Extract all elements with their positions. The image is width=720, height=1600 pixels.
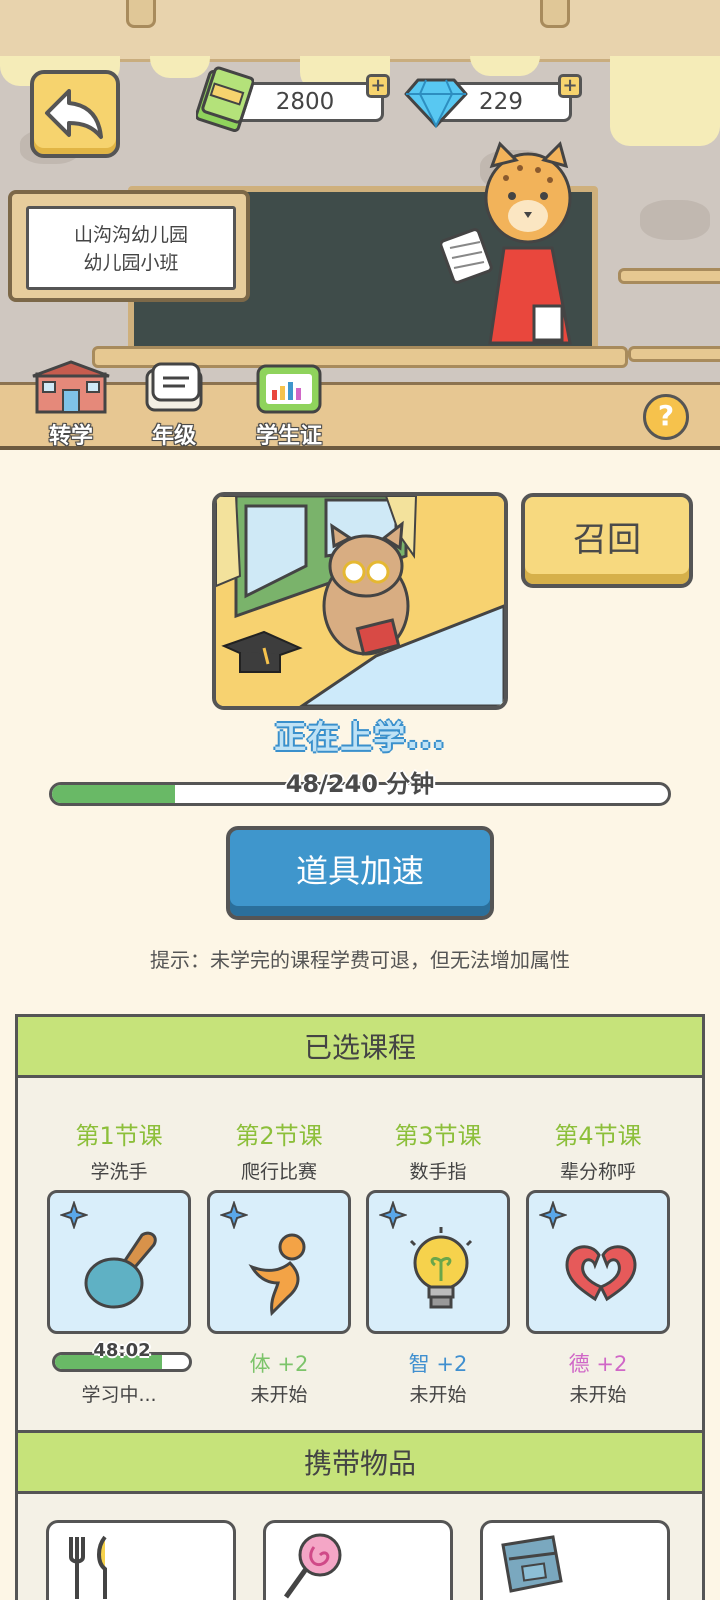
- recall-button[interactable]: 召回: [521, 493, 693, 588]
- beam-post: [540, 0, 570, 28]
- course-index-label: 第1节课: [75, 1122, 163, 1150]
- school-building-icon: [32, 360, 110, 414]
- item-speedup-button[interactable]: 道具加速: [226, 826, 494, 920]
- studying-status: 正在上学...: [274, 718, 446, 756]
- school-sign-board: 山沟沟幼儿园 幼儿园小班: [26, 206, 236, 290]
- ceiling-beam: [0, 0, 720, 62]
- course-2-attribute: 体 +2: [249, 1352, 309, 1376]
- carried-items-header: 携带物品: [15, 1430, 705, 1494]
- course-card-2[interactable]: [207, 1190, 351, 1334]
- student-card-button[interactable]: 学生证: [244, 360, 334, 450]
- gem-amount: 229: [479, 89, 523, 115]
- studying-illustration: [212, 492, 508, 710]
- book-icon: [145, 362, 203, 412]
- course-index-label: 第2节课: [235, 1122, 323, 1150]
- course-name: 辈分称呼: [559, 1161, 636, 1183]
- grade-button[interactable]: 年级: [134, 360, 214, 450]
- fork-knife-icon: [69, 1535, 107, 1599]
- help-button[interactable]: ?: [643, 394, 689, 440]
- course-slot-1: 第1节课 学洗手: [44, 1116, 194, 1184]
- student-card-label: 学生证: [255, 423, 323, 450]
- shovel-icon: [84, 1231, 157, 1309]
- school-name: 山沟沟幼儿园: [73, 224, 188, 246]
- grade-label: 年级: [151, 423, 197, 450]
- course-2-status: 未开始: [250, 1384, 308, 1406]
- course-card-1[interactable]: [47, 1190, 191, 1334]
- transfer-school-button[interactable]: 转学: [26, 360, 116, 450]
- carried-item-slot-1[interactable]: [46, 1520, 236, 1600]
- beam-post: [126, 0, 156, 28]
- course-card-4[interactable]: [526, 1190, 670, 1334]
- student-card-icon: [256, 364, 322, 414]
- course-index-label: 第4节课: [554, 1122, 642, 1150]
- course-name: 学洗手: [90, 1161, 148, 1183]
- diamond-icon: [404, 78, 468, 129]
- course-index-label: 第3节课: [394, 1122, 482, 1150]
- add-money-button[interactable]: +: [366, 74, 390, 98]
- lightbulb-icon: [409, 1227, 473, 1309]
- transfer-school-label: 转学: [48, 423, 94, 450]
- course-3-status: 未开始: [409, 1384, 467, 1406]
- refund-hint: 提示：未学完的课程学费可退，但无法增加属性: [150, 948, 570, 972]
- course-slot-4: 第4节课 辈分称呼: [523, 1116, 673, 1184]
- course-name: 爬行比赛: [240, 1161, 317, 1183]
- ceiling-drip: [610, 56, 720, 146]
- course-name: 数手指: [409, 1161, 467, 1183]
- money-amount: 2800: [275, 89, 335, 115]
- cash-stack-icon: [196, 66, 254, 132]
- selected-courses-header: 已选课程: [15, 1014, 705, 1078]
- course-4-status: 未开始: [569, 1384, 627, 1406]
- backpack-icon: [501, 1535, 563, 1593]
- lollipop-icon: [283, 1533, 342, 1599]
- running-person-icon: [248, 1233, 306, 1317]
- carried-item-slot-3[interactable]: [480, 1520, 670, 1600]
- wall-shelf: [618, 268, 720, 284]
- study-progress-text: 48/240 分钟: [285, 770, 435, 798]
- carried-items-title: 携带物品: [303, 1447, 416, 1480]
- course-4-attribute: 德 +2: [568, 1352, 628, 1376]
- heart-hands-icon: [565, 1245, 637, 1302]
- leopard-teacher-illustration: [440, 141, 572, 345]
- ceiling-drip: [470, 56, 540, 76]
- carried-item-slot-2[interactable]: [263, 1520, 453, 1600]
- selected-courses-title: 已选课程: [303, 1031, 416, 1064]
- class-name: 幼儿园小班: [83, 252, 179, 274]
- back-button[interactable]: [30, 70, 120, 158]
- course-1-timer: 48:02: [93, 1340, 151, 1361]
- back-arrow-icon: [45, 89, 103, 139]
- student-reading-illustration: [216, 496, 504, 706]
- school-sign: 山沟沟幼儿园 幼儿园小班: [8, 190, 250, 302]
- course-slot-3: 第3节课 数手指: [363, 1116, 513, 1184]
- add-gems-button[interactable]: +: [558, 74, 582, 98]
- wall-stone: [640, 200, 710, 240]
- course-card-3[interactable]: [366, 1190, 510, 1334]
- course-slot-2: 第2节课 爬行比赛: [204, 1116, 354, 1184]
- course-3-attribute: 智 +2: [408, 1352, 468, 1376]
- wall-shelf: [628, 346, 720, 362]
- course-1-status: 学习中...: [81, 1384, 157, 1406]
